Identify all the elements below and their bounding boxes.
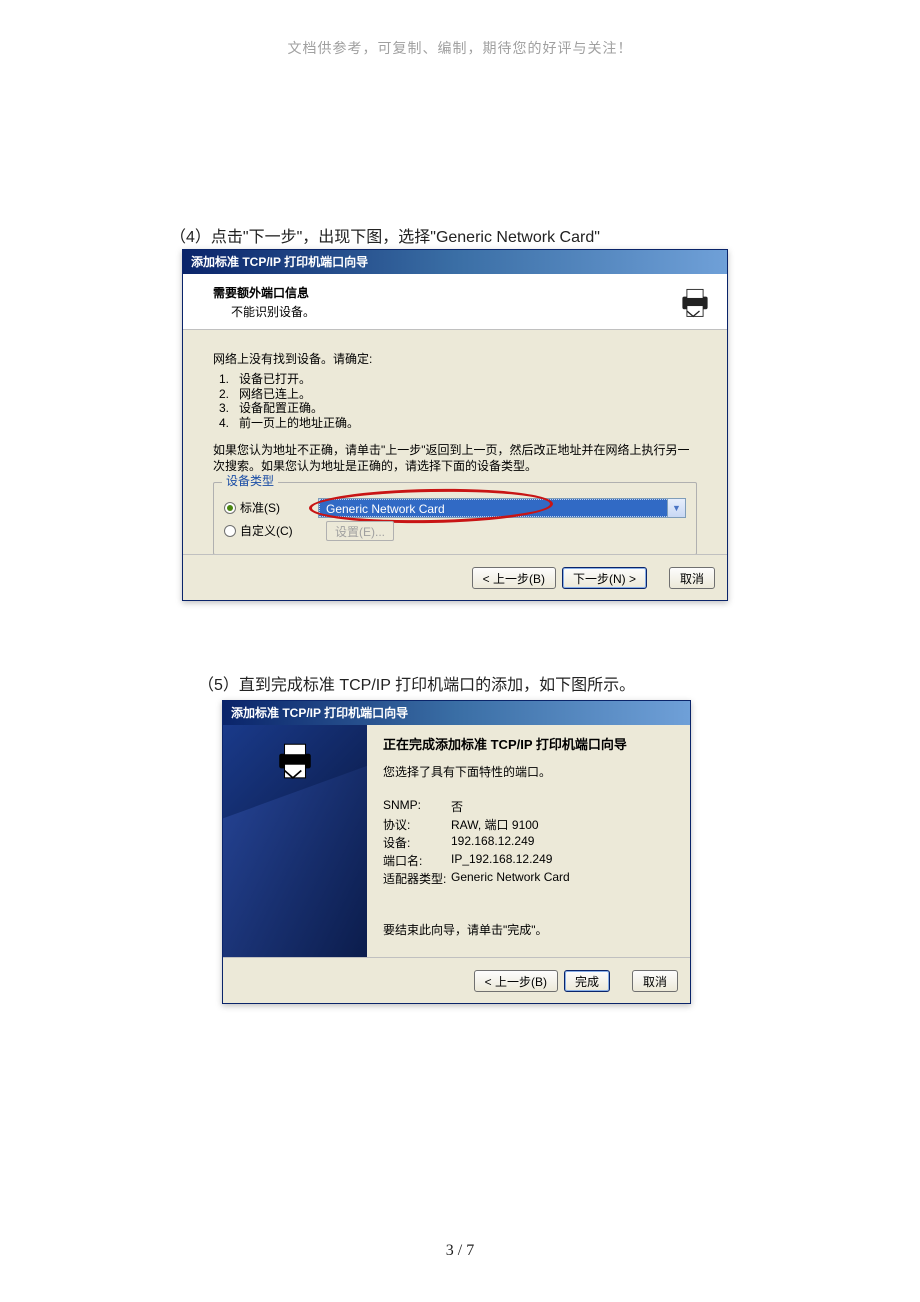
kv-key-protocol: 协议: bbox=[383, 816, 451, 833]
printer-icon bbox=[677, 284, 713, 320]
finish-button[interactable]: 完成 bbox=[564, 970, 610, 992]
wizard-completing-subtitle: 您选择了具有下面特性的端口。 bbox=[383, 763, 674, 780]
wizard-sidebar-graphic bbox=[223, 725, 367, 965]
kv-val-adapter: Generic Network Card bbox=[451, 870, 570, 887]
checklist-item-4: 前一页上的地址正确。 bbox=[239, 416, 359, 430]
document-header-note: 文档供参考，可复制、编制，期待您的好评与关注！ bbox=[0, 38, 920, 58]
dialog-body: 网络上没有找到设备。请确定: 1.设备已打开。 2.网络已连上。 3.设备配置正… bbox=[183, 330, 727, 555]
step-5-instruction: （5）直到完成标准 TCP/IP 打印机端口的添加，如下图所示。 bbox=[198, 671, 635, 695]
device-type-combobox[interactable]: Generic Network Card ▼ bbox=[318, 498, 686, 518]
device-type-group-label: 设备类型 bbox=[222, 474, 278, 488]
dialog2-titlebar: 添加标准 TCP/IP 打印机端口向导 bbox=[223, 701, 690, 725]
chevron-down-icon[interactable]: ▼ bbox=[667, 499, 685, 517]
advice-text: 如果您认为地址不正确，请单击"上一步"返回到上一页，然后改正地址并在网络上执行另… bbox=[213, 442, 697, 474]
settings-button: 设置(E)... bbox=[326, 521, 394, 541]
cancel-button[interactable]: 取消 bbox=[632, 970, 678, 992]
step-4-instruction: （4）点击"下一步"，出现下图，选择"Generic Network Card" bbox=[170, 223, 600, 247]
kv-key-adapter: 适配器类型: bbox=[383, 870, 451, 887]
wizard-dialog-port-info: 添加标准 TCP/IP 打印机端口向导 需要额外端口信息 不能识别设备。 网络上… bbox=[182, 249, 728, 601]
dialog-header-panel: 需要额外端口信息 不能识别设备。 bbox=[183, 274, 727, 330]
device-type-group: 设备类型 标准(S) Generic Network Card ▼ 自定义(C)… bbox=[213, 482, 697, 555]
kv-key-snmp: SNMP: bbox=[383, 798, 451, 815]
kv-key-portname: 端口名: bbox=[383, 852, 451, 869]
wizard-summary-panel: 正在完成添加标准 TCP/IP 打印机端口向导 您选择了具有下面特性的端口。 S… bbox=[367, 725, 690, 965]
dialog-header-title: 需要额外端口信息 bbox=[213, 284, 713, 301]
next-button[interactable]: 下一步(N) > bbox=[562, 567, 647, 589]
kv-val-portname: IP_192.168.12.249 bbox=[451, 852, 552, 869]
checklist-item-2: 网络已连上。 bbox=[239, 387, 311, 401]
checklist-item-1: 设备已打开。 bbox=[239, 372, 311, 386]
wizard-completing-title: 正在完成添加标准 TCP/IP 打印机端口向导 bbox=[383, 737, 674, 753]
printer-icon bbox=[274, 739, 316, 781]
page-number: 3 / 7 bbox=[0, 1242, 920, 1260]
dialog-button-row: < 上一步(B) 下一步(N) > 取消 bbox=[183, 554, 727, 600]
kv-val-device: 192.168.12.249 bbox=[451, 834, 534, 851]
port-properties-list: SNMP:否 协议:RAW, 端口 9100 设备:192.168.12.249… bbox=[383, 798, 674, 887]
checklist-item-3: 设备配置正确。 bbox=[239, 401, 323, 415]
radio-standard-label: 标准(S) bbox=[240, 501, 318, 515]
back-button[interactable]: < 上一步(B) bbox=[472, 567, 556, 589]
dialog2-button-row: < 上一步(B) 完成 取消 bbox=[223, 957, 690, 1003]
device-type-value: Generic Network Card bbox=[319, 499, 667, 517]
wizard-finish-hint: 要结束此向导，请单击"完成"。 bbox=[383, 921, 674, 938]
cancel-button[interactable]: 取消 bbox=[669, 567, 715, 589]
radio-custom[interactable] bbox=[224, 525, 236, 537]
checklist: 1.设备已打开。 2.网络已连上。 3.设备配置正确。 4.前一页上的地址正确。 bbox=[213, 372, 697, 430]
device-not-found-text: 网络上没有找到设备。请确定: bbox=[213, 352, 697, 366]
back-button[interactable]: < 上一步(B) bbox=[474, 970, 558, 992]
wizard-dialog-completing: 添加标准 TCP/IP 打印机端口向导 正在完成添加标准 TCP/IP 打印机端… bbox=[222, 700, 691, 1004]
kv-val-snmp: 否 bbox=[451, 798, 463, 815]
radio-standard[interactable] bbox=[224, 502, 236, 514]
radio-custom-label: 自定义(C) bbox=[240, 524, 318, 538]
dialog-titlebar: 添加标准 TCP/IP 打印机端口向导 bbox=[183, 250, 727, 274]
dialog-header-subtitle: 不能识别设备。 bbox=[231, 303, 713, 320]
kv-val-protocol: RAW, 端口 9100 bbox=[451, 816, 539, 833]
kv-key-device: 设备: bbox=[383, 834, 451, 851]
